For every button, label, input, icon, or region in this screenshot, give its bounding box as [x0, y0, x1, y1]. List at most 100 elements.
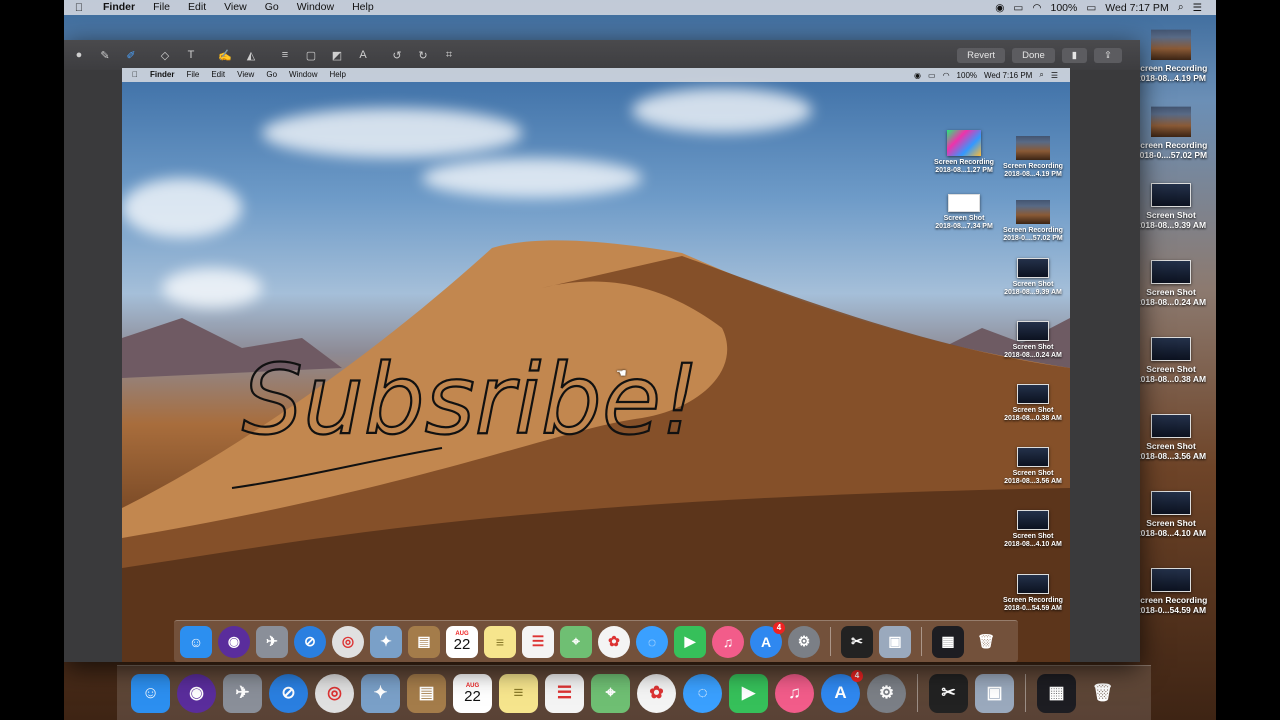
contacts-icon[interactable]: ▤ [408, 625, 440, 658]
preview-icon[interactable]: ✦ [370, 625, 402, 658]
system-preferences-icon[interactable]: ⚙ [867, 673, 906, 713]
wifi-icon[interactable]: ◠ [1032, 2, 1041, 14]
calendar-icon[interactable]: AUG 22 [453, 673, 492, 713]
downloads-stack-icon[interactable]: ▦ [932, 625, 964, 658]
notes-icon[interactable]: ≡ [499, 673, 538, 713]
maps-icon[interactable]: ⌖ [560, 625, 592, 658]
text-style-icon[interactable]: A [350, 44, 376, 66]
desktop-file-icon[interactable]: Screen Recording 2018-08...4.19 PM [1131, 22, 1211, 83]
text-tool-icon[interactable]: T [178, 44, 204, 66]
preview-window: ● ✎ ✐ ◇ T ✍ ◭ ≡ ▢ ◩ A ↺ ↻ ⌗ Revert Done … [64, 40, 1140, 662]
image-capture-icon[interactable]: ▣ [879, 625, 911, 658]
clock[interactable]: Wed 7:17 PM [1105, 2, 1168, 14]
file-thumbnail-icon [1151, 260, 1191, 284]
desktop-file-icon[interactable]: Screen Shot 2018-08...4.10 AM [1131, 491, 1211, 538]
app-store-icon[interactable]: A4 [821, 669, 863, 713]
menu-file[interactable]: File [144, 0, 179, 15]
menu-view[interactable]: View [215, 0, 256, 15]
shapes-tool-icon[interactable]: ◇ [152, 44, 178, 66]
record-status-icon[interactable]: ◉ [995, 2, 1004, 14]
itunes-icon[interactable]: ♫ [775, 673, 814, 713]
system-preferences-icon[interactable]: ⚙ [788, 625, 820, 658]
facetime-icon[interactable]: ▶ [729, 673, 768, 713]
file-name-line2: 2018-08...3.56 AM [1004, 478, 1062, 486]
revert-button[interactable]: Revert [957, 47, 1006, 63]
sketch-tool-icon[interactable]: ✎ [92, 44, 118, 66]
menu-window[interactable]: Window [288, 0, 343, 15]
close-dot-icon[interactable]: ● [66, 44, 92, 66]
right-letterbox [1216, 0, 1280, 720]
inner-menu-app-name: Finder [144, 70, 174, 79]
launchpad-icon[interactable]: ✈ [256, 625, 288, 658]
app-store-icon[interactable]: A4 [750, 621, 785, 658]
siri-icon[interactable]: ◉ [218, 625, 250, 658]
dock-separator [1025, 674, 1026, 712]
reminders-icon[interactable]: ☰ [545, 673, 584, 713]
image-capture-icon[interactable]: ▣ [975, 673, 1014, 713]
file-thumbnail-icon [1151, 568, 1191, 592]
safari-icon[interactable]: ⊘ [269, 673, 308, 713]
airplay-icon[interactable]: ▭ [1013, 2, 1023, 14]
maps-icon[interactable]: ⌖ [591, 673, 630, 713]
share-icon[interactable]: ⇪ [1094, 47, 1122, 63]
desktop-file-icon[interactable]: Screen Shot 2018-08...0.38 AM [1131, 337, 1211, 384]
file-name-line1: Screen Shot [1146, 210, 1196, 220]
desktop-file-icon[interactable]: Screen Shot 2018-08...0.24 AM [1131, 260, 1211, 307]
chrome-icon[interactable]: ◎ [315, 673, 354, 713]
desktop-file-icon[interactable]: Screen Recording 2018-0...54.59 AM [1131, 568, 1211, 615]
screenshot-canvas[interactable]:  Finder File Edit View Go Window Help ◉… [122, 68, 1070, 662]
safari-icon[interactable]: ⊘ [294, 625, 326, 658]
trash-icon[interactable]: 🗑 [970, 626, 1002, 658]
messages-icon[interactable]: ◌ [636, 625, 668, 658]
menu-go[interactable]: Go [256, 0, 288, 15]
file-name-line1: Screen Shot [1146, 441, 1196, 451]
spotlight-search-icon[interactable]: ⌕ [1178, 1, 1184, 14]
handwritten-annotation[interactable]: Subsribe! [222, 278, 742, 489]
finder-icon[interactable]: ☺ [131, 673, 170, 713]
desktop-file-icon[interactable]: Screen Recording 2018-0....57.02 PM [1131, 99, 1211, 160]
fill-color-icon[interactable]: ◩ [324, 44, 350, 66]
rotate-right-icon[interactable]: ↻ [410, 44, 436, 66]
file-name-line2: 2018-0....57.02 PM [1003, 235, 1063, 243]
final-cut-pro-icon[interactable]: ✂ [929, 673, 968, 713]
notes-icon[interactable]: ≡ [484, 625, 516, 658]
reminders-icon[interactable]: ☰ [522, 625, 554, 658]
trash-icon[interactable]: ▮ [1061, 47, 1088, 63]
done-button[interactable]: Done [1012, 47, 1055, 63]
contacts-icon[interactable]: ▤ [407, 673, 446, 713]
draw-tool-icon[interactable]: ✐ [118, 44, 144, 66]
apple-menu-icon[interactable]:  [64, 2, 94, 14]
facetime-icon[interactable]: ▶ [674, 625, 706, 658]
file-thumbnail-icon [1016, 200, 1050, 224]
desktop-file-icon[interactable]: Screen Shot 2018-08...9.39 AM [1131, 183, 1211, 230]
rotate-left-icon[interactable]: ↺ [384, 44, 410, 66]
menu-edit[interactable]: Edit [179, 0, 215, 15]
file-name-line2: 2018-08...9.39 AM [1004, 289, 1062, 297]
battery-percent[interactable]: 100% [1050, 2, 1077, 14]
downloads-stack-icon[interactable]: ▦ [1037, 673, 1076, 713]
preview-icon[interactable]: ✦ [361, 673, 400, 713]
finder-icon[interactable]: ☺ [180, 625, 212, 658]
siri-icon[interactable]: ◉ [177, 673, 216, 713]
desktop-file-icon[interactable]: Screen Shot 2018-08...3.56 AM [1131, 414, 1211, 461]
battery-icon[interactable]: ▭ [1086, 2, 1096, 14]
crop-icon[interactable]: ⌗ [436, 44, 462, 66]
trash-icon[interactable]: 🗑 [1083, 674, 1122, 713]
menu-app-name[interactable]: Finder [94, 0, 144, 15]
adjust-color-icon[interactable]: ◭ [238, 44, 264, 66]
file-thumbnail-icon [1017, 447, 1049, 467]
inner-apple-icon:  [126, 68, 144, 82]
border-color-icon[interactable]: ▢ [298, 44, 324, 66]
chrome-icon[interactable]: ◎ [332, 625, 364, 658]
menu-help[interactable]: Help [343, 0, 383, 15]
messages-icon[interactable]: ◌ [683, 673, 722, 713]
photos-icon[interactable]: ✿ [637, 673, 676, 713]
itunes-icon[interactable]: ♫ [712, 625, 744, 658]
line-style-icon[interactable]: ≡ [272, 44, 298, 66]
launchpad-icon[interactable]: ✈ [223, 673, 262, 713]
sign-tool-icon[interactable]: ✍ [212, 44, 238, 66]
notification-center-icon[interactable]: ☰ [1193, 2, 1202, 14]
calendar-icon[interactable]: AUG 22 [446, 625, 478, 658]
photos-icon[interactable]: ✿ [598, 625, 630, 658]
final-cut-pro-icon[interactable]: ✂ [841, 625, 873, 658]
